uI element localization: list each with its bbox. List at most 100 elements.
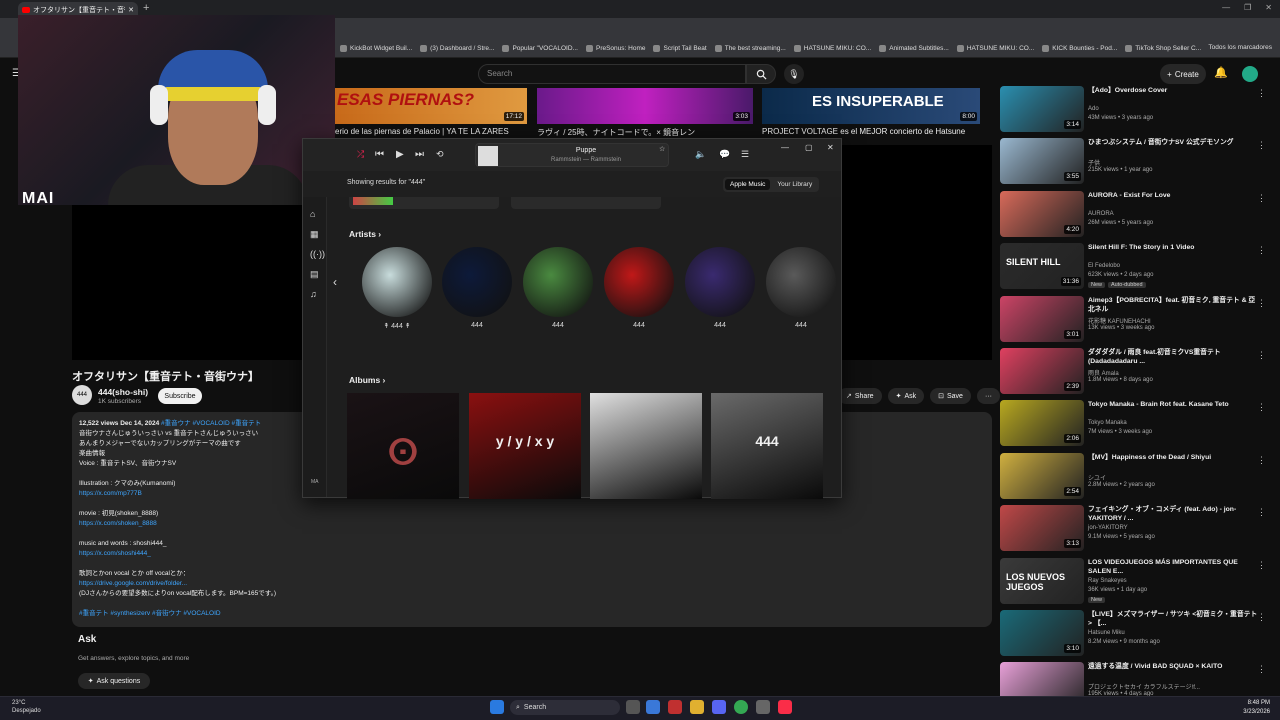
channel-name[interactable]: Tokyo Manaka	[1088, 420, 1127, 426]
video-thumbnail[interactable]: 3:10	[1000, 610, 1084, 656]
bookmark-item[interactable]: Animated Subtitles...	[879, 45, 949, 52]
search-input[interactable]: Search	[478, 64, 746, 84]
top-video-thumbnail[interactable]: 3:03	[537, 88, 753, 124]
more-options-icon[interactable]: ⋮	[1257, 612, 1266, 623]
description-link[interactable]: https://x.com/shoshi444_	[79, 549, 985, 559]
share-button[interactable]: ↗ Share	[838, 388, 882, 404]
minimize-button[interactable]: —	[781, 143, 789, 152]
bookmark-item[interactable]: HATSUNE MIKU: CO...	[956, 45, 1034, 52]
favorite-star-icon[interactable]: ☆	[659, 145, 665, 153]
recommended-video[interactable]: 2:54 【MV】Happiness of the Dead / Shiyui シユ…	[1000, 452, 1272, 503]
browse-grid-icon[interactable]: ▦	[310, 229, 319, 240]
opera-icon[interactable]	[668, 700, 682, 714]
recommended-video[interactable]: 3:14 【Ado】Overdose Cover Ado 43M views • 3 …	[1000, 86, 1272, 136]
more-options-icon[interactable]: ⋮	[1257, 140, 1266, 151]
maximize-button[interactable]: ▢	[805, 143, 813, 152]
more-options-icon[interactable]: ⋮	[1257, 664, 1266, 675]
channel-name[interactable]: Ado	[1088, 106, 1099, 112]
task-view-icon[interactable]	[626, 700, 640, 714]
video-title[interactable]: Aimep3【POBRECITA】feat. 初音ミク, 重音テト & 亞北ネル	[1088, 296, 1258, 314]
video-title[interactable]: 【MV】Happiness of the Dead / Shiyui	[1088, 453, 1258, 462]
video-title[interactable]: Tokyo Manaka - Brain Rot feat. Kasane Te…	[1088, 400, 1258, 409]
subscribe-button[interactable]: Subscribe	[158, 388, 202, 404]
library-icon[interactable]: ▤	[310, 269, 319, 280]
bookmark-item[interactable]: KickBot Widget Buil...	[340, 45, 412, 52]
apple-music-icon[interactable]	[778, 700, 792, 714]
more-options-icon[interactable]: ⋮	[1257, 350, 1266, 361]
more-options-icon[interactable]: ⋮	[1257, 298, 1266, 309]
channel-name[interactable]: シユイ	[1088, 473, 1106, 482]
tab-apple-music[interactable]: Apple Music	[725, 179, 771, 190]
channel-name[interactable]: 雨良 Amala	[1088, 368, 1119, 377]
previous-icon[interactable]: ⏮	[375, 149, 384, 160]
video-thumbnail[interactable]: 2:39	[1000, 348, 1084, 394]
bookmark-item[interactable]: TikTok Shop Seller C...	[1125, 45, 1201, 52]
video-title[interactable]: ひまつぶシステム / 音街ウナSV 公式デモソング	[1088, 138, 1258, 147]
video-title[interactable]: ダダダダル / 雨良 feat.初音ミクVS重音テト(Dadadadadaru …	[1088, 348, 1258, 366]
weather-widget[interactable]: 23°C Despejado	[12, 699, 41, 715]
description-link[interactable]: https://drive.google.com/drive/folder...	[79, 579, 985, 589]
album-card[interactable]: 444	[711, 393, 823, 499]
video-thumbnail[interactable]: SILENT HILL 31:36	[1000, 243, 1084, 290]
bookmark-item[interactable]: KICK Bounties - Pod...	[1042, 45, 1117, 52]
more-options-icon[interactable]: ⋮	[1257, 402, 1266, 413]
chrome-icon[interactable]	[734, 700, 748, 714]
bookmark-item[interactable]: HATSUNE MIKU: CO...	[793, 45, 871, 52]
file-explorer-icon[interactable]	[690, 700, 704, 714]
recommended-video[interactable]: 3:01 Aimep3【POBRECITA】feat. 初音ミク, 重音テト & …	[1000, 295, 1272, 346]
close-icon[interactable]: ✕	[128, 6, 134, 14]
artist-card[interactable]: 444	[765, 247, 837, 329]
account-avatar[interactable]: MA	[311, 479, 319, 485]
account-avatar[interactable]	[1242, 66, 1258, 82]
hashtags[interactable]: #重音ウナ #VOCALOID #重音テト	[161, 420, 261, 427]
volume-icon[interactable]: 🔈	[695, 149, 706, 160]
more-options-icon[interactable]: ⋮	[1257, 560, 1266, 571]
recommended-video[interactable]: 3:13 フェイキング・オブ・コメディ (feat. Ado) - jon-YAK…	[1000, 505, 1272, 555]
queue-icon[interactable]: ☰	[741, 149, 749, 160]
video-thumbnail[interactable]: 2:06	[1000, 400, 1084, 447]
windows-start-icon[interactable]	[490, 700, 504, 714]
maximize-button[interactable]: ❐	[1244, 3, 1251, 12]
save-button[interactable]: ⊡ Save	[930, 388, 971, 404]
taskbar-search[interactable]: ⌕ Search	[510, 700, 620, 715]
video-thumbnail[interactable]: LOS NUEVOS JUEGOS	[1000, 557, 1084, 604]
radio-icon[interactable]: ((·))	[310, 249, 325, 259]
microphone-icon[interactable]: 🎙	[784, 64, 804, 84]
video-thumbnail[interactable]: 2:54	[1000, 452, 1084, 499]
description-link[interactable]: #重音テト #synthesizerv #音街ウナ #VOCALOID	[79, 609, 985, 619]
channel-name[interactable]: Ray Snakeyes	[1088, 578, 1127, 584]
album-card[interactable]: ⵙ	[347, 393, 459, 499]
discord-icon[interactable]	[712, 700, 726, 714]
top-video-title[interactable]: erio de las piernas de Palacio | YA TE L…	[335, 127, 530, 136]
artist-card[interactable]: 444	[603, 247, 675, 329]
channel-name[interactable]: AURORA	[1088, 211, 1114, 217]
playlist-icon[interactable]: ♫	[310, 289, 317, 299]
video-title[interactable]: AURORA - Exist For Love	[1088, 191, 1258, 200]
ask-button[interactable]: ✦ Ask	[887, 388, 925, 404]
video-title[interactable]: 遠過する温度 / Vivid BAD SQUAD × KAITO	[1088, 662, 1258, 671]
repeat-icon[interactable]: ⟲	[436, 149, 444, 160]
search-button[interactable]	[746, 64, 776, 84]
artist-card[interactable]: 444	[441, 247, 513, 329]
next-icon[interactable]: ⏭	[415, 149, 424, 160]
video-thumbnail[interactable]: 3:55	[1000, 138, 1084, 185]
bookmark-item[interactable]: (3) Dashboard / Stre...	[420, 45, 494, 52]
channel-name[interactable]: Hatsune Miku	[1088, 630, 1125, 636]
video-thumbnail[interactable]: 3:14	[1000, 86, 1084, 132]
top-video-thumbnail[interactable]: ES INSUPERABLE 8:00	[762, 88, 980, 124]
mail-icon[interactable]	[646, 700, 660, 714]
video-thumbnail[interactable]: 3:01	[1000, 295, 1084, 342]
more-options-icon[interactable]: ⋮	[1257, 193, 1266, 204]
settings-gear-icon[interactable]	[756, 700, 770, 714]
video-title[interactable]: フェイキング・オブ・コメディ (feat. Ado) - jon-YAKITOR…	[1088, 505, 1258, 523]
album-card[interactable]	[590, 393, 702, 499]
more-options-icon[interactable]: ⋮	[1257, 245, 1266, 256]
top-video-title[interactable]: PROJECT VOLTAGE es el MEJOR concierto de…	[762, 127, 987, 136]
more-options-icon[interactable]: ⋮	[1257, 455, 1266, 466]
recommended-video[interactable]: 4:20 AURORA - Exist For Love AURORA 26M vie…	[1000, 190, 1272, 241]
create-button[interactable]: + Create	[1160, 64, 1206, 84]
artist-card[interactable]: 444	[684, 247, 756, 329]
video-title[interactable]: Silent Hill F: The Story in 1 Video	[1088, 243, 1258, 252]
scroll-left-icon[interactable]: ‹	[333, 275, 337, 289]
recommended-video[interactable]: 3:55 ひまつぶシステム / 音街ウナSV 公式デモソング 子供 215K view…	[1000, 138, 1272, 188]
